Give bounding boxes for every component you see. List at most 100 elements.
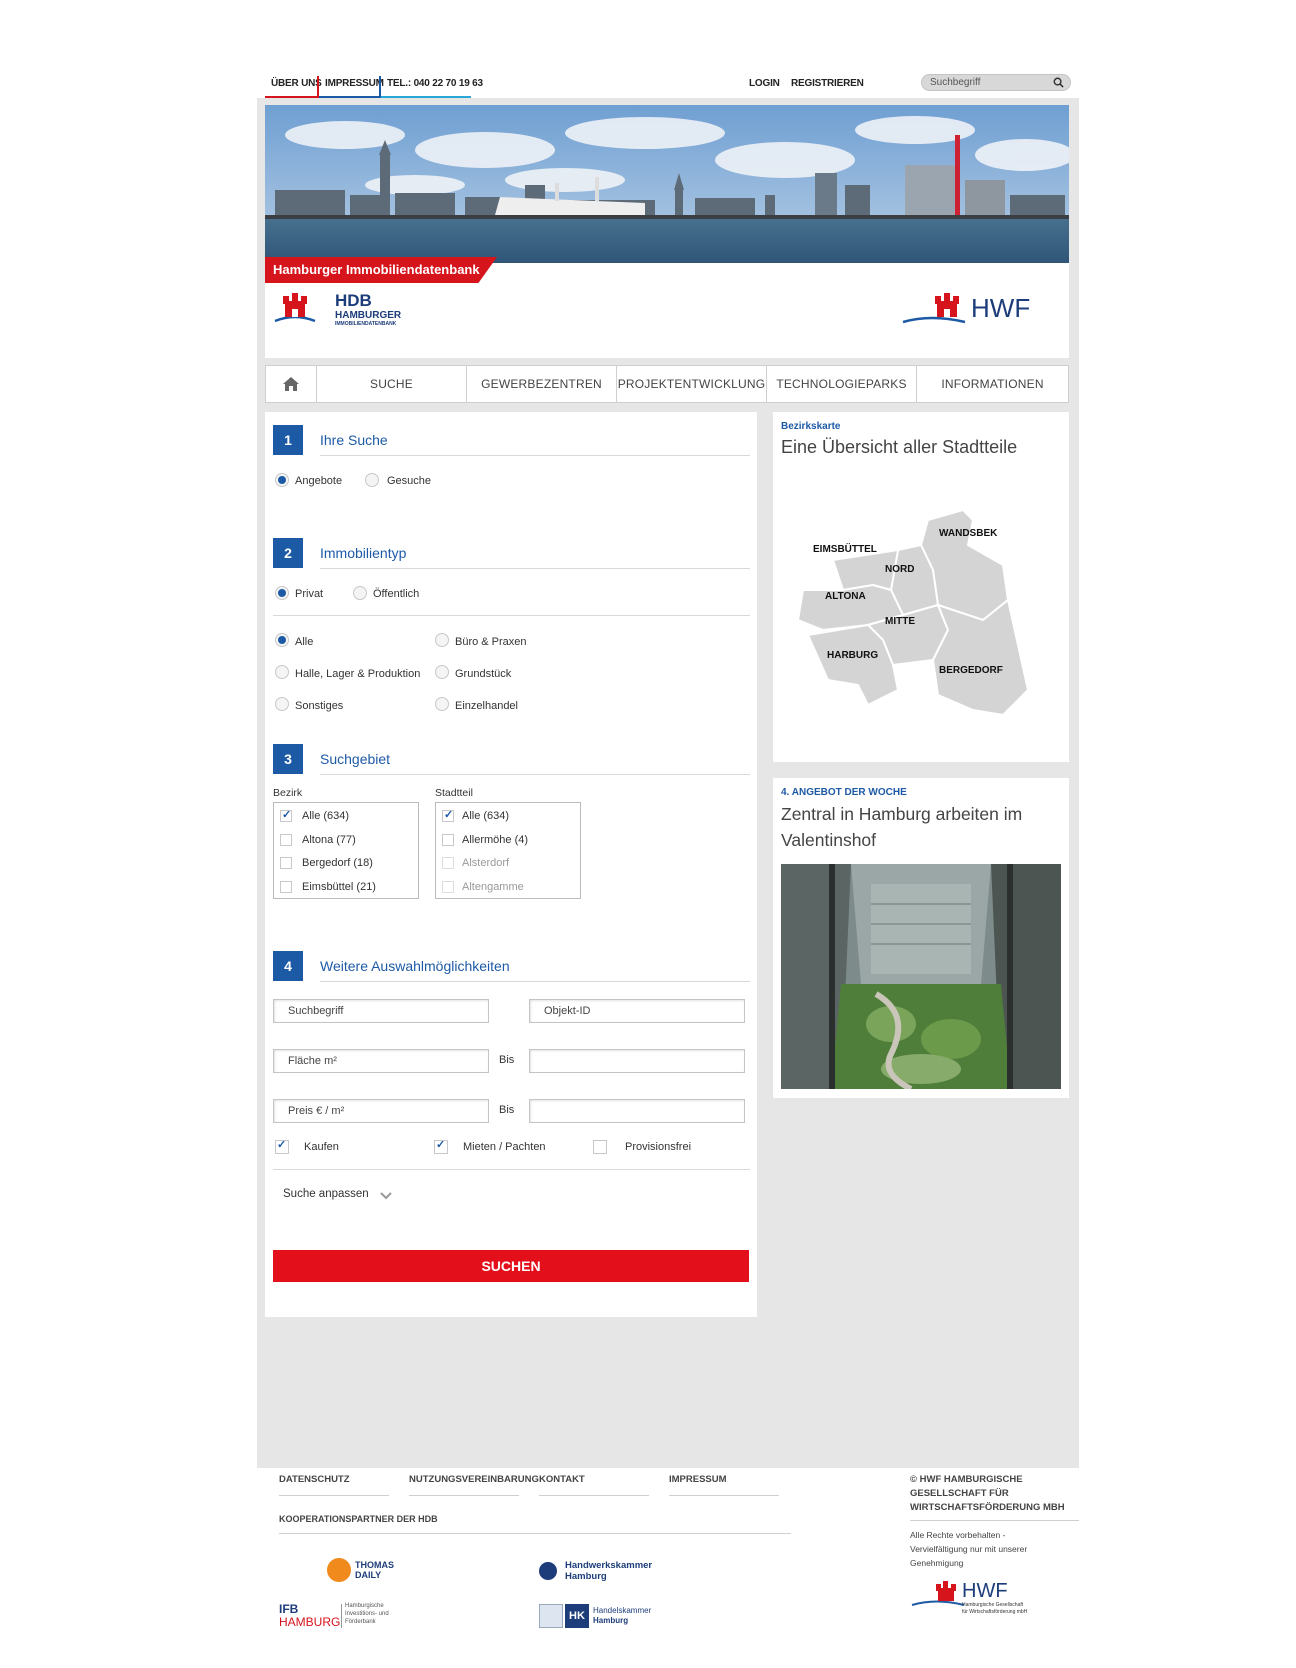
main-nav: SUCHE GEWERBEZENTREN PROJEKTENTWICKLUNG …	[265, 365, 1069, 403]
hamburg-castle-icon	[911, 1581, 965, 1606]
radio-einzelhandel[interactable]	[435, 697, 449, 711]
title-ribbon: Hamburger Immobiliendatenbank	[265, 257, 497, 283]
partner-text: HAMBURG	[279, 1615, 341, 1629]
checkbox-label: Kaufen	[304, 1141, 339, 1153]
radio-alle[interactable]	[275, 633, 289, 647]
radio-oeffentlich[interactable]	[353, 586, 367, 600]
divider	[320, 981, 750, 982]
phone-text: TEL.: 040 22 70 19 63	[387, 78, 483, 89]
divider	[539, 1495, 649, 1496]
imprint-link[interactable]: IMPRESSUM	[325, 78, 384, 89]
step-number: 2	[273, 538, 303, 568]
radio-label: Angebote	[295, 475, 343, 487]
stadtteil-list[interactable]: Alle (634) Allermöhe (4) Alsterdorf Alte…	[435, 802, 581, 899]
stadtteil-checkbox[interactable]	[442, 834, 454, 846]
radio-label: Büro & Praxen	[455, 636, 527, 648]
radio-halle[interactable]	[275, 665, 289, 679]
list-item[interactable]: Eimsbüttel (21)	[302, 881, 376, 893]
price-from-field[interactable]: Preis € / m²	[273, 1099, 489, 1123]
radio-gesuche[interactable]	[365, 473, 379, 487]
hwf-text: HWF	[971, 293, 1031, 323]
list-item[interactable]: Alsterdorf	[462, 857, 509, 869]
field-placeholder: Preis € / m²	[288, 1105, 345, 1117]
partner-text: THOMAS	[355, 1560, 394, 1570]
hwf-sub: Hamburgische Gesellschaft	[962, 1602, 1024, 1608]
hwf-text: HWF	[962, 1580, 1008, 1602]
price-to-field[interactable]	[529, 1099, 745, 1123]
list-item[interactable]: Altona (77)	[302, 834, 356, 846]
divider	[409, 1495, 519, 1496]
login-link[interactable]: LOGIN	[749, 78, 780, 89]
search-form: 1 Ihre Suche Angebote Gesuche 2 Immobili…	[265, 412, 757, 1317]
nav-technologieparks[interactable]: TECHNOLOGIEPARKS	[766, 366, 916, 402]
nav-gewerbezentren[interactable]: GEWERBEZENTREN	[466, 366, 616, 402]
list-item[interactable]: Alle (634)	[302, 810, 349, 822]
bezirk-checkbox[interactable]	[280, 881, 292, 893]
radio-privat[interactable]	[275, 586, 289, 600]
nav-suche[interactable]: SUCHE	[316, 366, 466, 402]
nav-home[interactable]	[266, 366, 316, 402]
radio-angebote[interactable]	[275, 473, 289, 487]
stadtteil-checkbox[interactable]	[442, 857, 454, 869]
radio-grundstueck[interactable]	[435, 665, 449, 679]
handelskammer-seal-icon	[539, 1604, 563, 1628]
register-link[interactable]: REGISTRIEREN	[791, 78, 864, 89]
search-input[interactable]: Suchbegriff	[921, 74, 1071, 91]
step-title: Suchgebiet	[320, 751, 391, 767]
radio-buero[interactable]	[435, 633, 449, 647]
kaufen-checkbox[interactable]	[275, 1138, 289, 1154]
refine-search-toggle[interactable]: Suche anpassen	[283, 1188, 403, 1204]
object-id-field[interactable]: Objekt-ID	[529, 999, 745, 1023]
map-label-bergedorf: BERGEDORF	[939, 665, 1003, 676]
step-number: 3	[273, 744, 303, 774]
hwf-logo[interactable]: HWF	[901, 291, 1041, 331]
list-item[interactable]: Allermöhe (4)	[462, 834, 528, 846]
list-item[interactable]: Altengamme	[462, 881, 524, 893]
offer-image[interactable]	[781, 864, 1061, 1089]
partner-text: Handelskammer	[593, 1606, 652, 1615]
area-to-field[interactable]	[529, 1049, 745, 1073]
search-icon[interactable]	[1053, 77, 1064, 88]
about-link[interactable]: ÜBER UNS	[271, 78, 322, 89]
submit-search-button[interactable]: SUCHEN	[273, 1250, 749, 1282]
footer-link-nutzung[interactable]: NUTZUNGSVEREINBARUNG	[409, 1474, 539, 1485]
partner-logo-ifb[interactable]: IFB HAMBURG Hamburgische Investitions- u…	[279, 1602, 409, 1632]
radio-label: Sonstiges	[295, 700, 344, 712]
district-map-card[interactable]: Bezirkskarte Eine Übersicht aller Stadtt…	[773, 412, 1069, 762]
partner-logo-handwerkskammer[interactable]: Handwerkskammer Hamburg	[539, 1558, 669, 1584]
hamburg-castle-icon	[274, 293, 316, 323]
footer-link-datenschutz[interactable]: DATENSCHUTZ	[279, 1474, 350, 1485]
provisionsfrei-checkbox[interactable]	[593, 1140, 607, 1154]
bezirk-checkbox[interactable]	[280, 857, 292, 869]
divider	[379, 76, 381, 98]
nav-projektentwicklung[interactable]: PROJEKTENTWICKLUNG	[616, 366, 766, 402]
list-item[interactable]: Alle (634)	[462, 810, 509, 822]
divider	[320, 455, 750, 456]
partner-logo-handelskammer[interactable]: HK Handelskammer Hamburg	[539, 1602, 669, 1632]
bezirk-checkbox[interactable]	[280, 834, 292, 846]
divider	[279, 1533, 791, 1534]
partner-text: Hamburg	[565, 1571, 607, 1582]
partner-logo-thomas-daily[interactable]: THOMAS DAILY	[327, 1558, 417, 1584]
bezirk-list[interactable]: Alle (634) Altona (77) Bergedorf (18) Ei…	[273, 802, 419, 899]
mieten-checkbox[interactable]	[434, 1138, 448, 1154]
stadtteil-checkbox[interactable]	[442, 881, 454, 893]
footer-link-impressum[interactable]: IMPRESSUM	[669, 1474, 727, 1485]
offer-title-line2[interactable]: Valentinshof	[781, 830, 876, 851]
offer-title-line1[interactable]: Zentral in Hamburg arbeiten im	[781, 804, 1022, 825]
footer-hwf-logo[interactable]: HWF Hamburgische Gesellschaft für Wirtsc…	[910, 1580, 1060, 1620]
step-title: Immobilientyp	[320, 545, 407, 561]
hdb-logo[interactable]: HDB HAMBURGER IMMOBILIENDATENBANK	[273, 291, 413, 331]
area-from-field[interactable]: Fläche m²	[273, 1049, 489, 1073]
bezirk-checkbox[interactable]	[280, 808, 292, 822]
hamburg-district-map[interactable]: EIMSBÜTTEL WANDSBEK NORD ALTONA MITTE HA…	[773, 490, 1069, 750]
list-item[interactable]: Bergedorf (18)	[302, 857, 373, 869]
nav-informationen[interactable]: INFORMATIONEN	[916, 366, 1068, 402]
radio-sonstiges[interactable]	[275, 697, 289, 711]
footer-link-kontakt[interactable]: KONTAKT	[539, 1474, 585, 1485]
offer-of-week-card[interactable]: 4. ANGEBOT DER WOCHE Zentral in Hamburg …	[773, 778, 1069, 1098]
search-term-field[interactable]: Suchbegriff	[273, 999, 489, 1023]
stadtteil-checkbox[interactable]	[442, 808, 454, 822]
map-title: Eine Übersicht aller Stadtteile	[781, 437, 1018, 457]
thomas-daily-icon	[327, 1558, 351, 1582]
